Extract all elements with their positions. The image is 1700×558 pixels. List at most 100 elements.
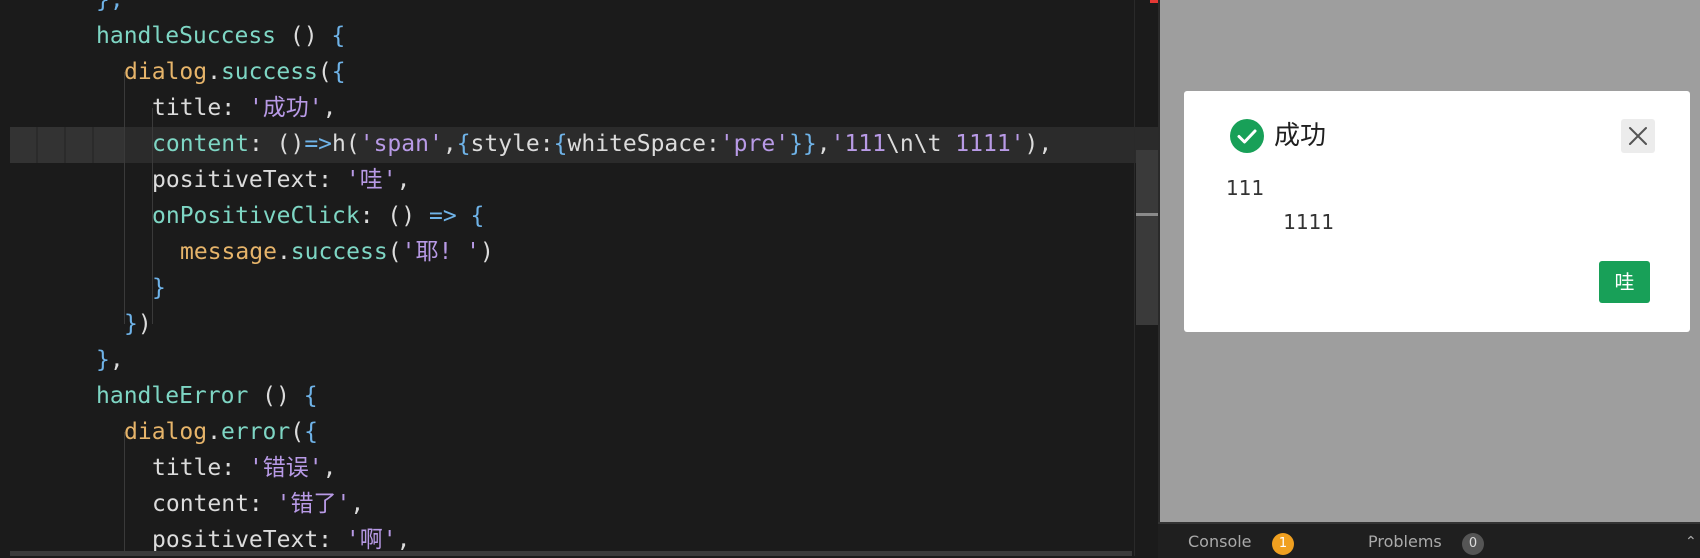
code-line: positiveText: '哇', — [152, 162, 410, 198]
code-token: handleSuccess — [96, 23, 277, 49]
code-token: '耶! ' — [401, 239, 480, 265]
code-editor[interactable]: }, handleSuccess () {dialog.success({titl… — [0, 0, 1158, 556]
scrollbar-position-marker — [1136, 213, 1158, 216]
code-token: 'span' — [359, 131, 443, 157]
success-dialog: 成功 111 1111 哇 — [1184, 91, 1690, 332]
indent-marker — [94, 127, 124, 163]
code-token: => — [304, 131, 333, 157]
indent-guide — [124, 72, 125, 324]
code-token: positiveText: — [152, 527, 346, 553]
code-token: \n\t — [886, 131, 956, 157]
code-token: 1111 — [955, 131, 1011, 157]
code-line: title: '成功', — [152, 90, 337, 126]
code-token: () — [248, 383, 304, 409]
code-token: ), — [1024, 131, 1053, 157]
code-token: '成功' — [248, 95, 323, 121]
code-line: }, — [96, 342, 124, 378]
code-token: { — [303, 383, 318, 409]
tab-problems[interactable]: Problems — [1368, 532, 1442, 552]
code-token: { — [331, 23, 346, 49]
code-token: dialog — [124, 59, 208, 85]
code-token: : () — [248, 131, 305, 157]
chevron-up-icon[interactable]: ⌃ — [1685, 534, 1697, 550]
code-token: '啊' — [345, 527, 397, 553]
vertical-scrollbar[interactable] — [1136, 150, 1158, 325]
code-token: onPositiveClick — [152, 203, 360, 229]
code-token: } — [124, 311, 138, 337]
code-token: title: — [152, 95, 249, 121]
indent-marker — [10, 127, 36, 163]
positive-button[interactable]: 哇 — [1599, 261, 1650, 303]
indent-guide — [124, 432, 125, 556]
code-token: '错了' — [276, 491, 351, 517]
code-token: dialog — [124, 419, 208, 445]
dialog-title: 成功 — [1274, 121, 1327, 151]
horizontal-scrollbar[interactable] — [10, 551, 1132, 556]
code-token: . — [207, 419, 221, 445]
indent-marker — [38, 127, 64, 163]
close-icon[interactable] — [1621, 119, 1655, 153]
code-token: } — [96, 347, 110, 373]
code-token: => — [428, 203, 457, 229]
code-line: dialog.error({ — [124, 414, 318, 450]
code-token: } — [152, 275, 166, 301]
code-token: : () — [359, 203, 429, 229]
code-token: style: — [470, 131, 554, 157]
problems-count-badge: 0 — [1462, 533, 1484, 555]
code-token: whiteSpace: — [567, 131, 720, 157]
code-line: dialog.success({ — [124, 54, 346, 90]
code-token: }, — [96, 0, 124, 13]
code-token: . — [276, 239, 291, 265]
code-token: ) — [137, 311, 152, 337]
code-line: handleSuccess () { — [96, 18, 345, 54]
dialog-content: 111 1111 — [1226, 176, 1335, 234]
code-token: error — [220, 419, 291, 445]
code-token: , — [109, 347, 124, 373]
code-token: h( — [332, 131, 360, 157]
indent-marker — [66, 127, 92, 163]
code-token: . — [207, 59, 221, 85]
code-line: title: '错误', — [152, 450, 337, 486]
code-line: content: ()=>h('span',{style:{whiteSpace… — [152, 126, 1052, 162]
code-token: ' — [1010, 131, 1025, 157]
code-line: handleError () { — [96, 378, 318, 414]
console-count-badge: 1 — [1272, 533, 1294, 555]
code-token: '哇' — [345, 167, 397, 193]
success-check-icon — [1230, 119, 1264, 153]
code-line: message.success('耶! ') — [180, 234, 494, 270]
code-token: success — [290, 239, 388, 265]
code-token: , — [816, 131, 831, 157]
code-token: { — [304, 419, 318, 445]
code-token: , — [322, 95, 337, 121]
code-token: ( — [290, 419, 305, 445]
code-token: content: — [152, 491, 277, 517]
code-line: }) — [124, 306, 152, 342]
preview-pane: 成功 111 1111 哇 — [1158, 0, 1700, 522]
code-line: content: '错了', — [152, 486, 364, 522]
code-token: content — [152, 131, 249, 157]
code-line: onPositiveClick: () => { — [152, 198, 484, 234]
error-marker — [1150, 0, 1158, 3]
code-token: message — [180, 239, 277, 265]
code-token: { — [456, 131, 471, 157]
code-line: }, — [96, 0, 124, 18]
code-token: ) — [479, 239, 494, 265]
code-token: , — [322, 455, 337, 481]
bottom-panel: Console 1 Problems 0 ⌃ — [1158, 522, 1700, 558]
code-token: { — [331, 59, 346, 85]
code-line: } — [152, 270, 166, 306]
code-token: '111 — [830, 131, 887, 157]
code-token: , — [350, 491, 365, 517]
code-token: () — [276, 23, 332, 49]
tab-console[interactable]: Console — [1188, 532, 1252, 552]
code-token: title: — [152, 455, 249, 481]
code-token: , — [396, 527, 411, 553]
code-token: , — [442, 131, 457, 157]
code-token: positiveText: — [152, 167, 346, 193]
code-token: 'pre' — [719, 131, 790, 157]
code-token: { — [470, 203, 485, 229]
code-token: ( — [317, 59, 332, 85]
code-token: success — [220, 59, 318, 85]
code-token: { — [553, 131, 568, 157]
